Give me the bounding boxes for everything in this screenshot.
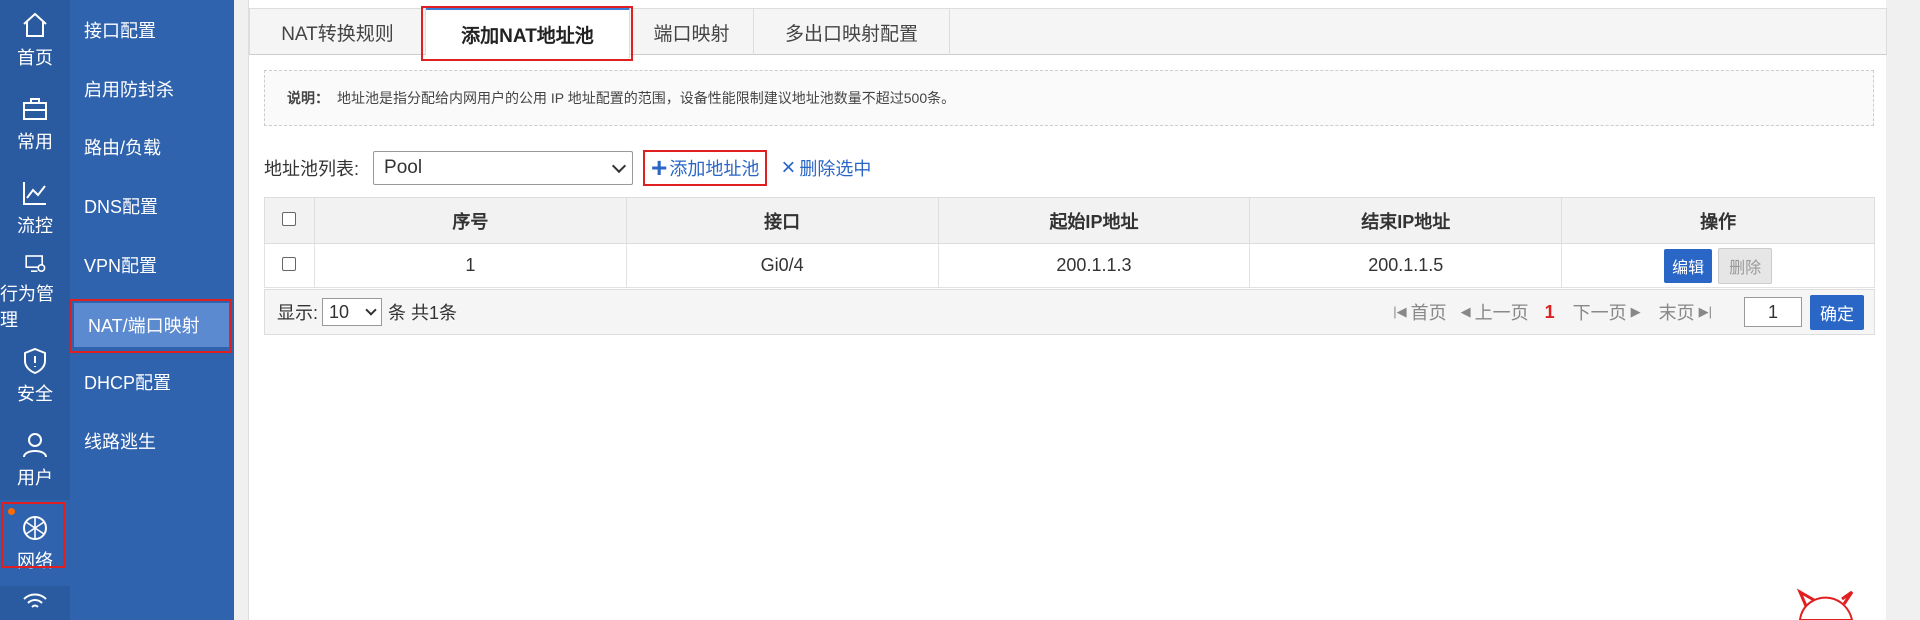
current-page: 1: [1544, 301, 1555, 322]
submenu-vpn-config[interactable]: VPN配置: [70, 243, 234, 287]
tab-nat-rules[interactable]: NAT转换规则: [250, 9, 426, 55]
header-actions: 操作: [1561, 197, 1875, 244]
pagination-bar: 显示: 10 条 共1条 |◀ 首页 ◀ 上一页 1 下一页 ▶ 末页 ▶| 1 确定: [264, 289, 1875, 335]
edit-button[interactable]: 编辑: [1664, 248, 1713, 283]
add-pool-label: 添加地址池: [669, 159, 760, 179]
info-note: 说明： 地址池是指分配给内网用户的公用 IP 地址配置的范围，设备性能限制建议地…: [264, 70, 1874, 126]
nav-security[interactable]: 安全: [0, 336, 70, 416]
table-header-row: 序号 接口 起始IP地址 结束IP地址 操作: [264, 197, 1875, 244]
chevron-down-icon: [611, 158, 627, 173]
page-nav-group: |◀ 首页 ◀ 上一页 1 下一页 ▶ 末页 ▶| 1 确定: [1379, 294, 1864, 330]
submenu-route-load[interactable]: 路由/负载: [70, 125, 234, 169]
prev-page-button[interactable]: ◀ 上一页: [1461, 299, 1529, 325]
pool-select-value: Pool: [384, 157, 423, 178]
header-interface: 接口: [625, 197, 939, 244]
header-end-ip: 结束IP地址: [1249, 197, 1563, 244]
tab-multi-exit-mapping[interactable]: 多出口映射配置: [754, 9, 950, 55]
nav-common-label: 常用: [17, 132, 53, 152]
cell-end-ip: 200.1.1.5: [1249, 243, 1563, 288]
nav-common[interactable]: 常用: [0, 84, 70, 164]
first-page-icon: |◀: [1393, 304, 1407, 319]
header-index: 序号: [313, 197, 627, 244]
delete-selected-button[interactable]: × 删除选中: [781, 155, 871, 181]
select-all-checkbox[interactable]: [282, 212, 297, 226]
user-icon: [23, 433, 47, 458]
nav-flow-control[interactable]: 流控: [0, 168, 70, 248]
nav-home[interactable]: 首页: [0, 0, 70, 80]
row-checkbox[interactable]: [282, 257, 297, 271]
submenu-interface-config[interactable]: 接口配置: [70, 8, 234, 52]
last-page-icon: ▶|: [1698, 304, 1712, 319]
pool-table: 序号 接口 起始IP地址 结束IP地址 操作 1 Gi0/4 200.1.1.3…: [264, 197, 1875, 288]
cell-start-ip: 200.1.1.3: [937, 243, 1251, 288]
nav-security-label: 安全: [17, 384, 53, 404]
header-checkbox-cell: [264, 197, 315, 244]
next-page-button[interactable]: 下一页 ▶: [1573, 299, 1645, 325]
submenu-dhcp-config[interactable]: DHCP配置: [70, 360, 234, 404]
last-page-label: 末页: [1658, 303, 1695, 323]
chart-line-icon: [23, 182, 46, 205]
cell-index: 1: [313, 243, 627, 288]
highlight-box-tab: [421, 6, 633, 61]
show-label: 显示:: [277, 303, 319, 323]
header-start-ip: 起始IP地址: [937, 197, 1251, 244]
highlight-box-network: [1, 502, 65, 568]
nav-user-label: 用户: [17, 468, 53, 488]
cell-actions: 编辑 删除: [1561, 243, 1875, 288]
add-pool-button[interactable]: + 添加地址池: [643, 150, 768, 186]
pool-list-label: 地址池列表:: [264, 159, 360, 179]
first-page-button[interactable]: |◀ 首页: [1393, 299, 1446, 325]
monitor-settings-icon: [25, 255, 46, 272]
delete-selected-label: 删除选中: [799, 159, 872, 179]
mascot-icon: [1796, 588, 1854, 620]
prev-page-icon: ◀: [1460, 304, 1471, 319]
page-size-group: 显示: 10 条 共1条: [265, 298, 457, 326]
goto-page-input[interactable]: 1: [1744, 297, 1802, 327]
row-checkbox-cell: [264, 243, 315, 288]
submenu-anti-block[interactable]: 启用防封杀: [70, 67, 234, 111]
cell-interface: Gi0/4: [625, 243, 939, 288]
pool-toolbar: 地址池列表: Pool + 添加地址池 × 删除选中: [264, 150, 871, 186]
nav-home-label: 首页: [17, 48, 53, 68]
nav-flow-control-label: 流控: [17, 216, 53, 236]
first-page-label: 首页: [1410, 303, 1447, 323]
nav-user[interactable]: 用户: [0, 420, 70, 500]
prev-page-label: 上一页: [1474, 303, 1529, 323]
next-page-label: 下一页: [1572, 303, 1627, 323]
nav-wifi[interactable]: [0, 584, 70, 620]
nav-behavior-mgmt-label: 行为管理: [0, 284, 54, 330]
home-icon: [23, 12, 47, 37]
main-panel: NAT转换规则 添加NAT地址池 端口映射 多出口映射配置 说明： 地址池是指分…: [248, 0, 1887, 620]
goto-confirm-button[interactable]: 确定: [1810, 294, 1864, 330]
last-page-button[interactable]: 末页 ▶|: [1659, 299, 1716, 325]
submenu-dns-config[interactable]: DNS配置: [70, 184, 234, 228]
page-size-select[interactable]: 10: [322, 298, 383, 326]
submenu-line-escape[interactable]: 线路逃生: [70, 419, 234, 463]
pool-select[interactable]: Pool: [373, 151, 634, 185]
close-icon: ×: [781, 154, 796, 181]
chevron-down-icon: [365, 303, 377, 316]
next-page-icon: ▶: [1630, 304, 1641, 319]
plus-icon: +: [651, 152, 668, 183]
wifi-icon: [23, 593, 47, 608]
record-summary: 条 共1条: [388, 303, 458, 323]
shield-icon: [24, 347, 46, 375]
toolbox-icon: [23, 98, 47, 120]
nav-behavior-mgmt[interactable]: 行为管理: [0, 252, 70, 332]
tab-port-mapping[interactable]: 端口映射: [630, 9, 754, 55]
note-text: 地址池是指分配给内网用户的公用 IP 地址配置的范围，设备性能限制建议地址池数量…: [337, 90, 956, 106]
delete-row-button[interactable]: 删除: [1718, 247, 1773, 284]
note-label: 说明：: [287, 90, 329, 106]
main-nav-rail: 首页 常用 流控 行为管理 安全 用户 网络: [0, 0, 70, 620]
highlight-box-nat: [70, 299, 232, 353]
table-row: 1 Gi0/4 200.1.1.3 200.1.1.5 编辑 删除: [264, 243, 1875, 288]
page-size-value: 10: [329, 301, 350, 322]
